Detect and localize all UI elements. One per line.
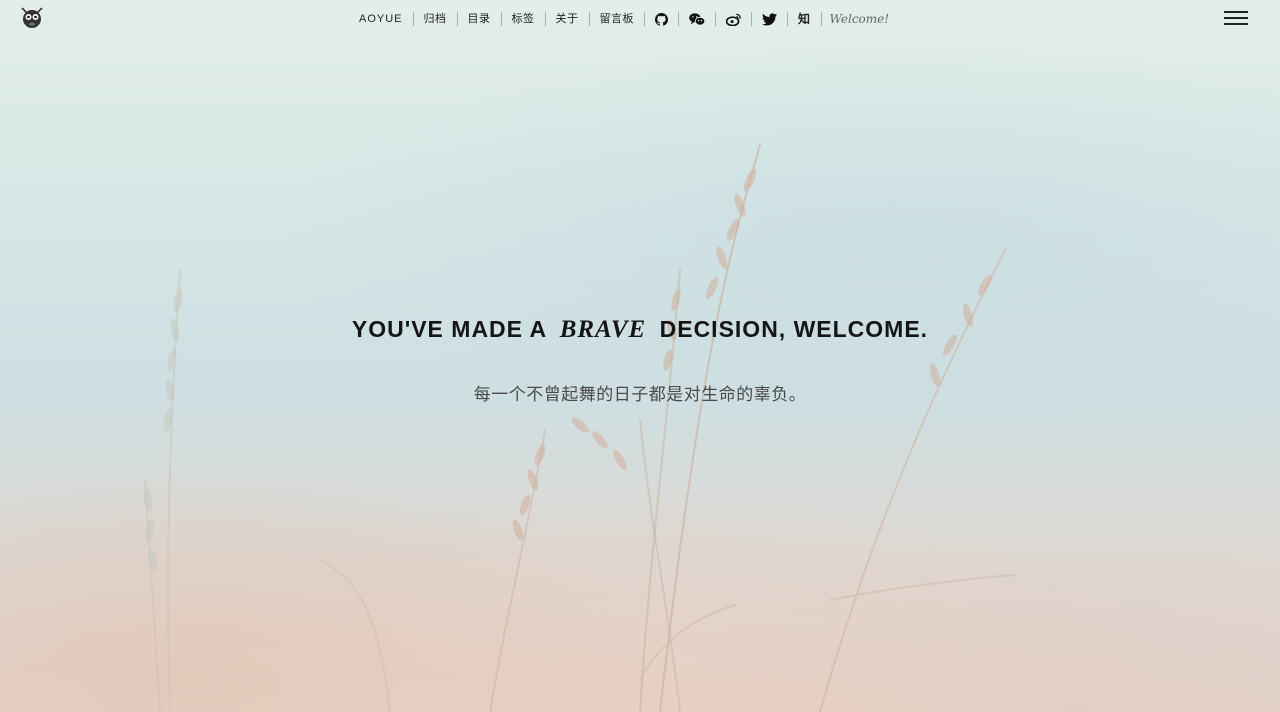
- wechat-icon: [689, 12, 706, 26]
- nav-tags[interactable]: 标签: [502, 12, 546, 26]
- hero-section: YOU'VE MADE A BRAVE DECISION, WELCOME. 每…: [0, 316, 1280, 405]
- nav-about[interactable]: 关于: [546, 12, 590, 26]
- github-icon: [655, 12, 669, 26]
- hero-subtitle: 每一个不曾起舞的日子都是对生命的辜负。: [473, 385, 807, 405]
- twitter-link[interactable]: [752, 12, 789, 26]
- nav-archive[interactable]: 归档: [414, 12, 458, 26]
- github-link[interactable]: [645, 12, 680, 26]
- nav-catalog[interactable]: 目录: [458, 12, 502, 26]
- twitter-icon: [762, 12, 778, 25]
- headline-accent: BRAVE: [559, 316, 647, 343]
- wechat-link[interactable]: [679, 12, 717, 26]
- zhihu-link[interactable]: 知: [788, 12, 822, 26]
- weibo-icon: [726, 13, 741, 26]
- weibo-link[interactable]: [716, 12, 753, 26]
- headline-after: DECISION, WELCOME.: [659, 316, 929, 342]
- nav-brand[interactable]: AOYUE: [349, 12, 414, 26]
- headline-before: YOU'VE MADE A: [351, 316, 547, 342]
- welcome-text: Welcome!: [829, 12, 890, 26]
- site-logo-icon[interactable]: [18, 4, 46, 30]
- top-navbar: AOYUE 归档 目录 标签 关于 留言板 知 Welcome!: [0, 0, 1280, 36]
- main-nav: AOYUE 归档 目录 标签 关于 留言板 知 Welcome!: [349, 9, 889, 29]
- nav-guestbook[interactable]: 留言板: [590, 12, 646, 26]
- hero-headline: YOU'VE MADE A BRAVE DECISION, WELCOME.: [0, 316, 1280, 344]
- hamburger-menu-icon[interactable]: [1224, 11, 1248, 25]
